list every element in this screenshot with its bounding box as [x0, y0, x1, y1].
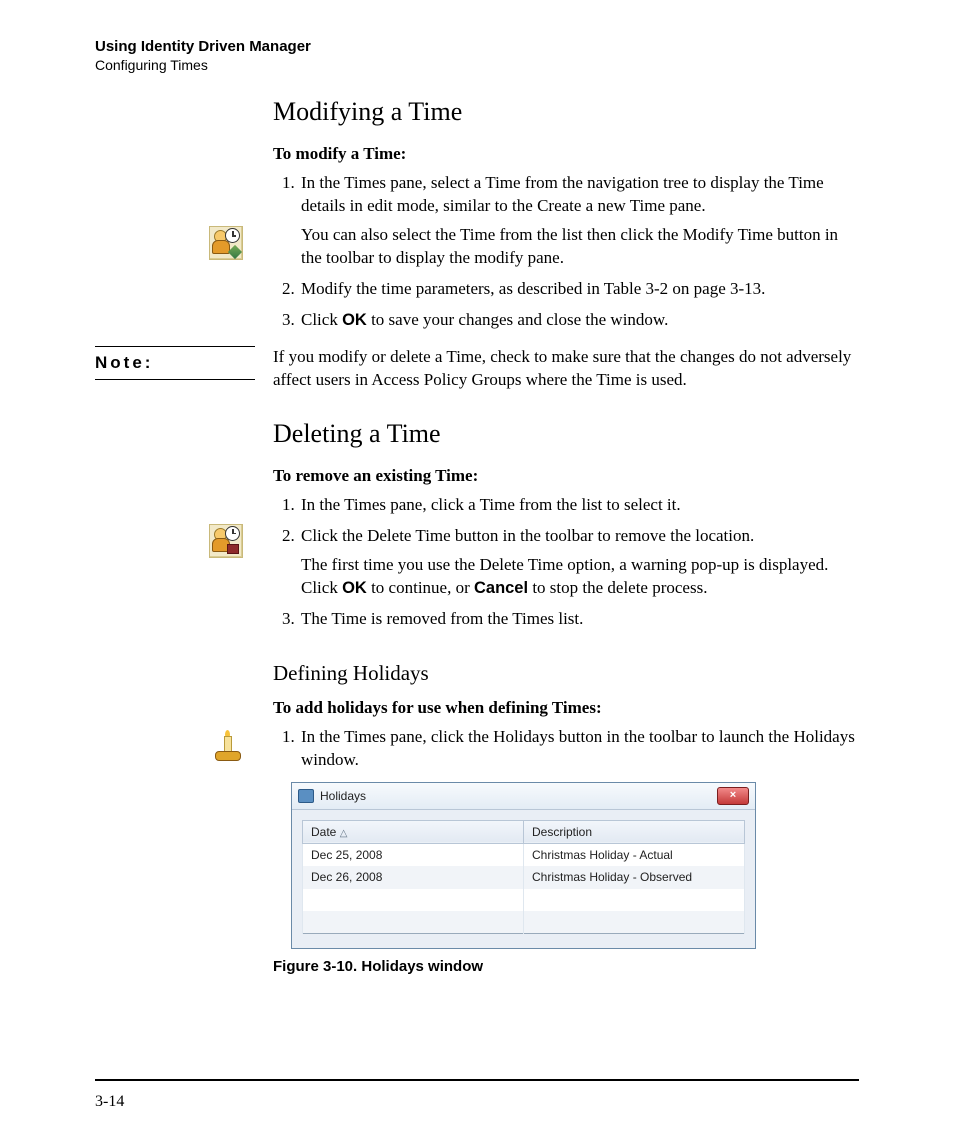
delete-step-1: In the Times pane, click a Time from the… [299, 494, 859, 517]
note-body: If you modify or delete a Time, check to… [273, 340, 859, 392]
header-subtitle: Configuring Times [95, 57, 859, 75]
close-button[interactable]: × [717, 787, 749, 805]
column-header-description[interactable]: Description [524, 820, 745, 844]
modify-step-3: Click OK to save your changes and close … [299, 309, 859, 332]
modify-step-1: In the Times pane, select a Time from th… [299, 172, 859, 270]
page-number: 3-14 [95, 1093, 124, 1111]
modify-time-icon [209, 226, 243, 260]
holidays-window: Holidays × Date △ Description [291, 782, 756, 949]
delete-time-icon [209, 524, 243, 558]
delete-step-2: Click the Delete Time button in the tool… [299, 525, 859, 600]
holidays-lead: To add holidays for use when defining Ti… [273, 697, 859, 720]
delete-step-2-note: The first time you use the Delete Time o… [301, 554, 859, 600]
sort-asc-icon: △ [340, 828, 348, 839]
section-heading-delete: Deleting a Time [273, 416, 859, 451]
window-icon [298, 789, 314, 803]
modify-step-1-note: You can also select the Time from the li… [301, 224, 859, 270]
note-label: Note: [95, 346, 255, 380]
modify-lead: To modify a Time: [273, 143, 859, 166]
table-row[interactable]: Dec 25, 2008 Christmas Holiday - Actual [303, 844, 745, 867]
holidays-icon [211, 730, 243, 762]
holidays-window-titlebar: Holidays × [292, 783, 755, 810]
column-header-date[interactable]: Date △ [303, 820, 524, 844]
delete-lead: To remove an existing Time: [273, 465, 859, 488]
table-row[interactable]: Dec 26, 2008 Christmas Holiday - Observe… [303, 866, 745, 888]
section-heading-modify: Modifying a Time [273, 94, 859, 129]
figure-caption: Figure 3-10. Holidays window [273, 957, 859, 977]
delete-step-3: The Time is removed from the Times list. [299, 608, 859, 631]
holidays-window-title: Holidays [320, 788, 366, 804]
footer-rule [95, 1079, 859, 1081]
subsection-heading-holidays: Defining Holidays [273, 659, 859, 687]
modify-step-2: Modify the time parameters, as described… [299, 278, 859, 301]
holidays-table: Date △ Description Dec 25, 2008 Christma… [302, 820, 745, 934]
document-page: Using Identity Driven Manager Configurin… [0, 0, 954, 1145]
running-header: Using Identity Driven Manager Configurin… [95, 38, 859, 74]
header-title: Using Identity Driven Manager [95, 38, 859, 57]
holidays-step-1: In the Times pane, click the Holidays bu… [299, 726, 859, 772]
